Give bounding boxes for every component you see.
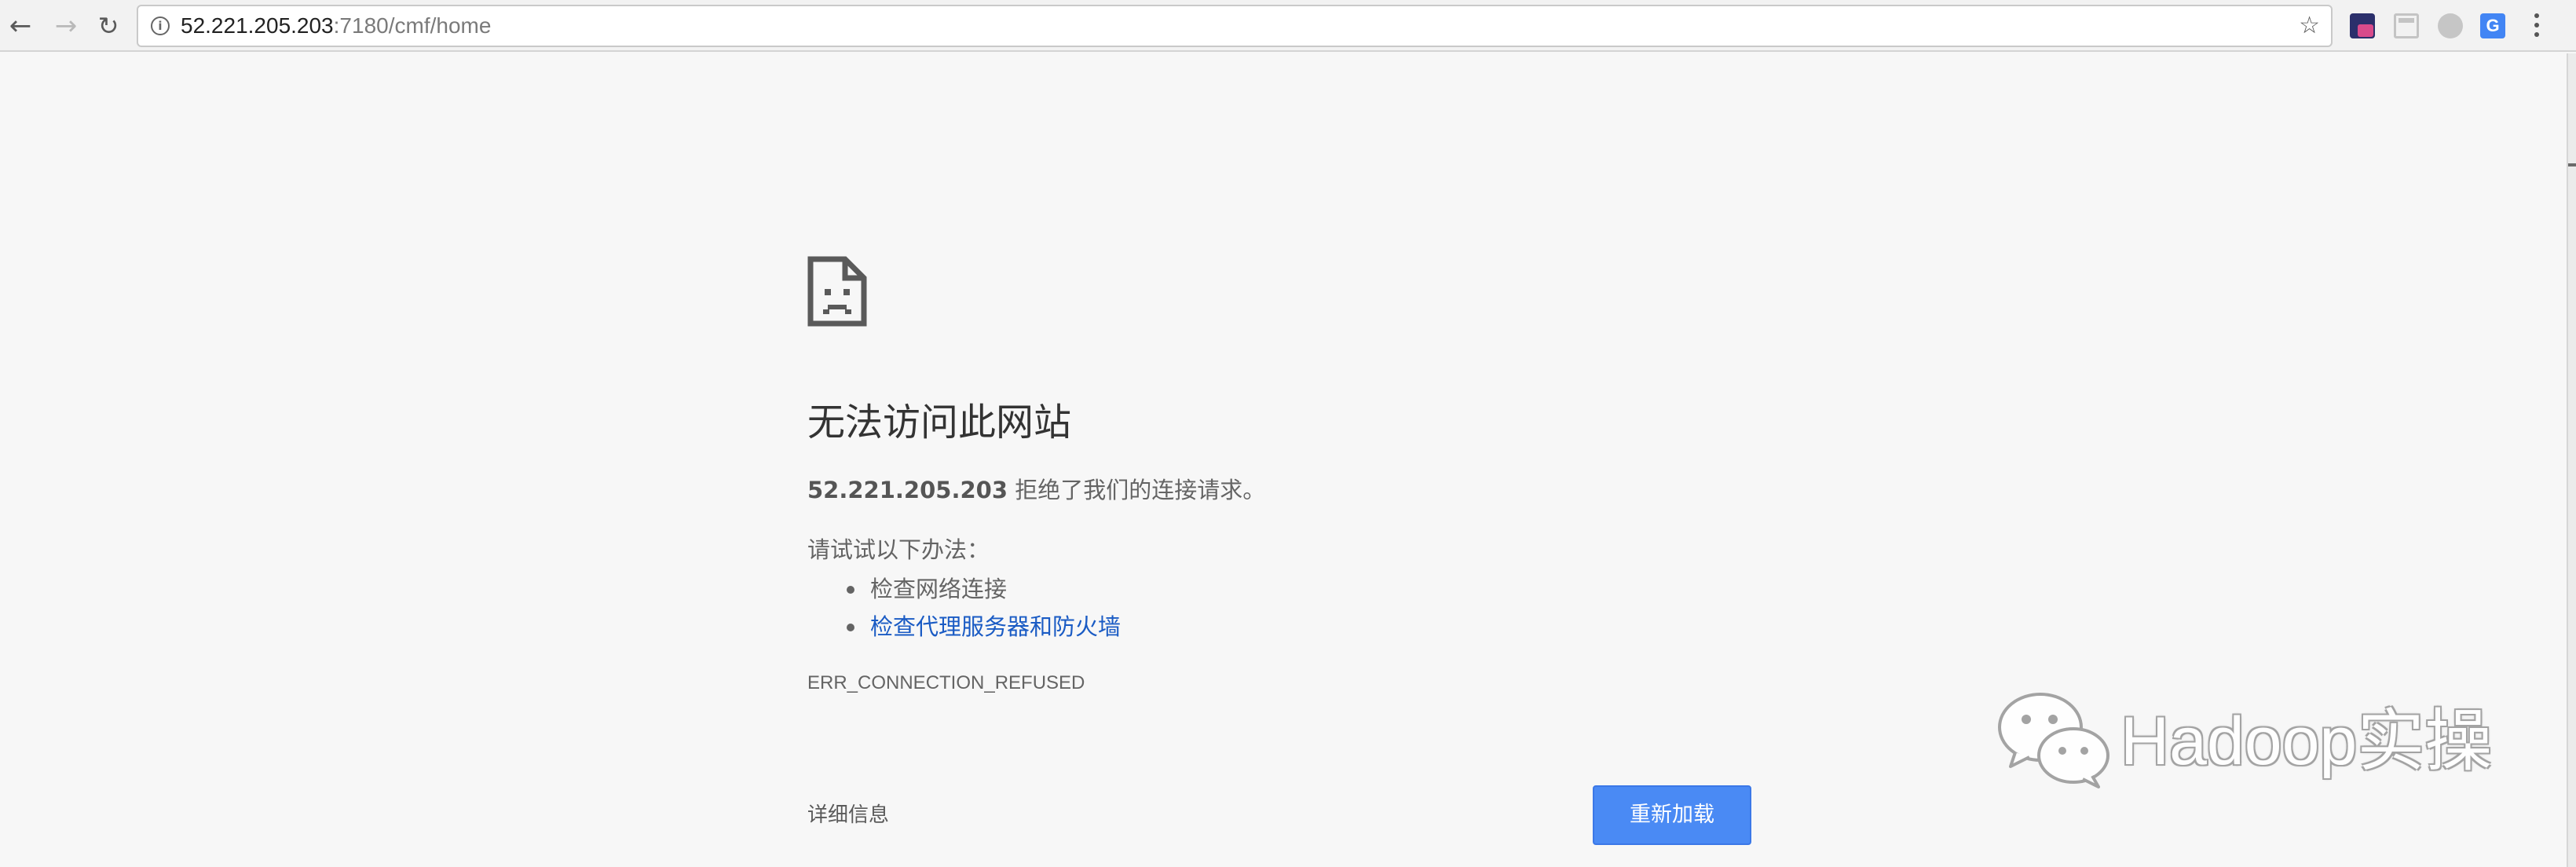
watermark: Hadoop实操	[1995, 682, 2497, 799]
google-translate-icon[interactable]	[2480, 13, 2505, 38]
wechat-logo-icon	[1998, 693, 2109, 788]
bookmark-star-icon[interactable]: ☆	[2299, 13, 2320, 39]
address-bar[interactable]: i 52.221.205.203:7180/cmf/home ☆	[137, 5, 2333, 47]
reader-icon[interactable]	[2394, 13, 2419, 38]
back-arrow-icon[interactable]: ←	[3, 9, 38, 43]
suggestions-heading: 请试试以下办法：	[807, 536, 990, 563]
url-path: :7180/cmf/home	[333, 13, 492, 38]
site-info-icon[interactable]: i	[151, 16, 170, 35]
error-summary: 52.221.205.203 拒绝了我们的连接请求。	[807, 473, 1265, 507]
address-url[interactable]: 52.221.205.203:7180/cmf/home	[181, 6, 491, 46]
window-scrollbar[interactable]	[2567, 53, 2576, 867]
url-host: 52.221.205.203	[181, 13, 334, 38]
sad-document-icon	[807, 256, 867, 327]
forward-arrow-icon[interactable]: →	[49, 9, 83, 43]
details-button[interactable]: 详细信息	[807, 799, 889, 831]
watermark-text: Hadoop实操	[2120, 704, 2493, 779]
reload-button[interactable]: 重新加载	[1593, 785, 1751, 845]
chat-bubble-icon[interactable]	[2438, 13, 2463, 38]
refused-host: 52.221.205.203	[807, 477, 1008, 503]
error-title: 无法访问此网站	[807, 401, 1072, 444]
error-summary-message: 拒绝了我们的连接请求。	[1008, 477, 1266, 503]
reload-icon[interactable]: ↻	[91, 9, 126, 43]
error-code: ERR_CONNECTION_REFUSED	[807, 672, 1085, 693]
suggestion-check-proxy-link[interactable]: 检查代理服务器和防火墙	[807, 608, 1121, 646]
suggestion-check-network: 检查网络连接	[807, 570, 1121, 608]
suggestions-list: 检查网络连接 检查代理服务器和防火墙	[807, 570, 1121, 646]
vertical-dots-icon[interactable]	[2526, 9, 2548, 41]
extension-icon[interactable]	[2350, 13, 2375, 38]
browser-toolbar: ← → ↻ i 52.221.205.203:7180/cmf/home ☆	[0, 0, 2576, 52]
